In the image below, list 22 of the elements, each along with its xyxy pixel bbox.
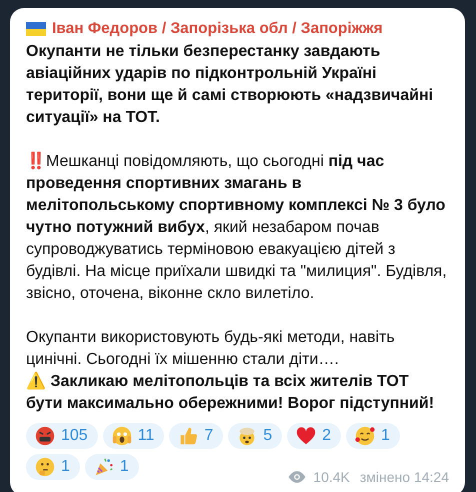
flag-icon <box>26 22 46 36</box>
message-text: Окупанти використовують будь-які методи, навіть цинічні. Сьогодні їх мішенню стали діти…. <box>26 328 396 370</box>
reaction-chip[interactable]: 7 <box>169 423 224 449</box>
author-name[interactable]: Іван Федоров / Запорізька обл / Запоріжжя <box>52 18 383 40</box>
reaction-chip[interactable]: 11 <box>102 423 164 449</box>
reaction-chip[interactable]: 1 <box>346 423 400 449</box>
smiling-face-with-hearts-icon <box>354 425 376 447</box>
thinking-face-icon <box>34 456 56 478</box>
edited-time: змінено 14:24 <box>360 468 449 487</box>
screaming-face-icon <box>110 425 133 447</box>
reaction-chip[interactable]: 105 <box>26 423 98 449</box>
message-text: ⚠ Закликаю мелітопольців та всіх жителів ТОТ бути максимально обережними! Ворог підступний! <box>26 371 436 414</box>
heart-icon <box>295 425 318 447</box>
reaction-chip[interactable]: 1 <box>26 454 80 480</box>
message-text: Окупанти не тільки безперестанку завдають авіаційних ударів по підконтрольній Україні території, вони ще й самі створюють «надзвичайні ситуації» на ТОТ. <box>26 42 434 128</box>
angry-face-icon <box>34 425 56 447</box>
view-count: 10.4K <box>313 468 350 487</box>
reaction-chip[interactable]: 1 <box>84 454 139 480</box>
reaction-chip[interactable]: 5 <box>228 423 282 449</box>
eye-icon <box>287 470 308 484</box>
reaction-chip[interactable]: 2 <box>287 423 342 449</box>
message-text: ‼Мешканці повідомляють, що сьогодні під час проведення спортивних змагань в мелітопольському спортивному комплексі № 3 було чутно потужний вибух, який незабаром почав супроводжуватись терміновою евакуацією дітей з будівлі. На місце приїхали швидкі та "милиция". Будівля, звісно, оточена, віконне скло вилетіло. <box>26 151 448 304</box>
